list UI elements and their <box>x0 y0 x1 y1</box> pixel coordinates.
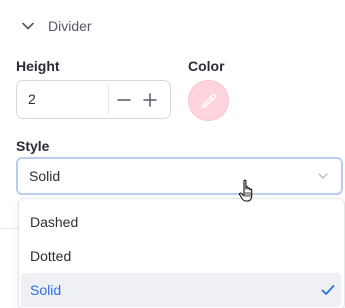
height-stepper: 2 <box>16 80 171 119</box>
color-picker-button[interactable] <box>188 80 229 121</box>
divider-section-header[interactable]: Divider <box>14 14 92 38</box>
chevron-down-icon <box>20 18 36 34</box>
style-option-dotted[interactable]: Dotted <box>21 239 341 273</box>
style-select-value: Solid <box>29 168 61 184</box>
option-label: Solid <box>30 282 62 298</box>
style-dropdown-menu: Dashed Dotted Solid <box>18 198 345 308</box>
eyedropper-icon <box>201 93 216 108</box>
section-title: Divider <box>48 18 92 34</box>
style-option-dashed[interactable]: Dashed <box>21 205 341 239</box>
minus-icon <box>117 99 131 101</box>
style-select[interactable]: Solid <box>16 157 343 195</box>
plus-icon <box>143 93 157 107</box>
stepper-divider <box>108 85 109 114</box>
color-label: Color <box>188 58 225 74</box>
increment-button[interactable] <box>138 87 162 113</box>
option-label: Dashed <box>30 214 79 230</box>
decrement-button[interactable] <box>112 87 136 113</box>
height-input[interactable]: 2 <box>28 91 36 107</box>
option-label: Dotted <box>30 248 72 264</box>
height-label: Height <box>16 58 60 74</box>
chevron-down-icon <box>318 173 328 179</box>
style-label: Style <box>16 138 50 154</box>
divider-line <box>0 228 18 229</box>
style-option-solid[interactable]: Solid <box>21 273 341 307</box>
check-icon <box>321 285 335 295</box>
